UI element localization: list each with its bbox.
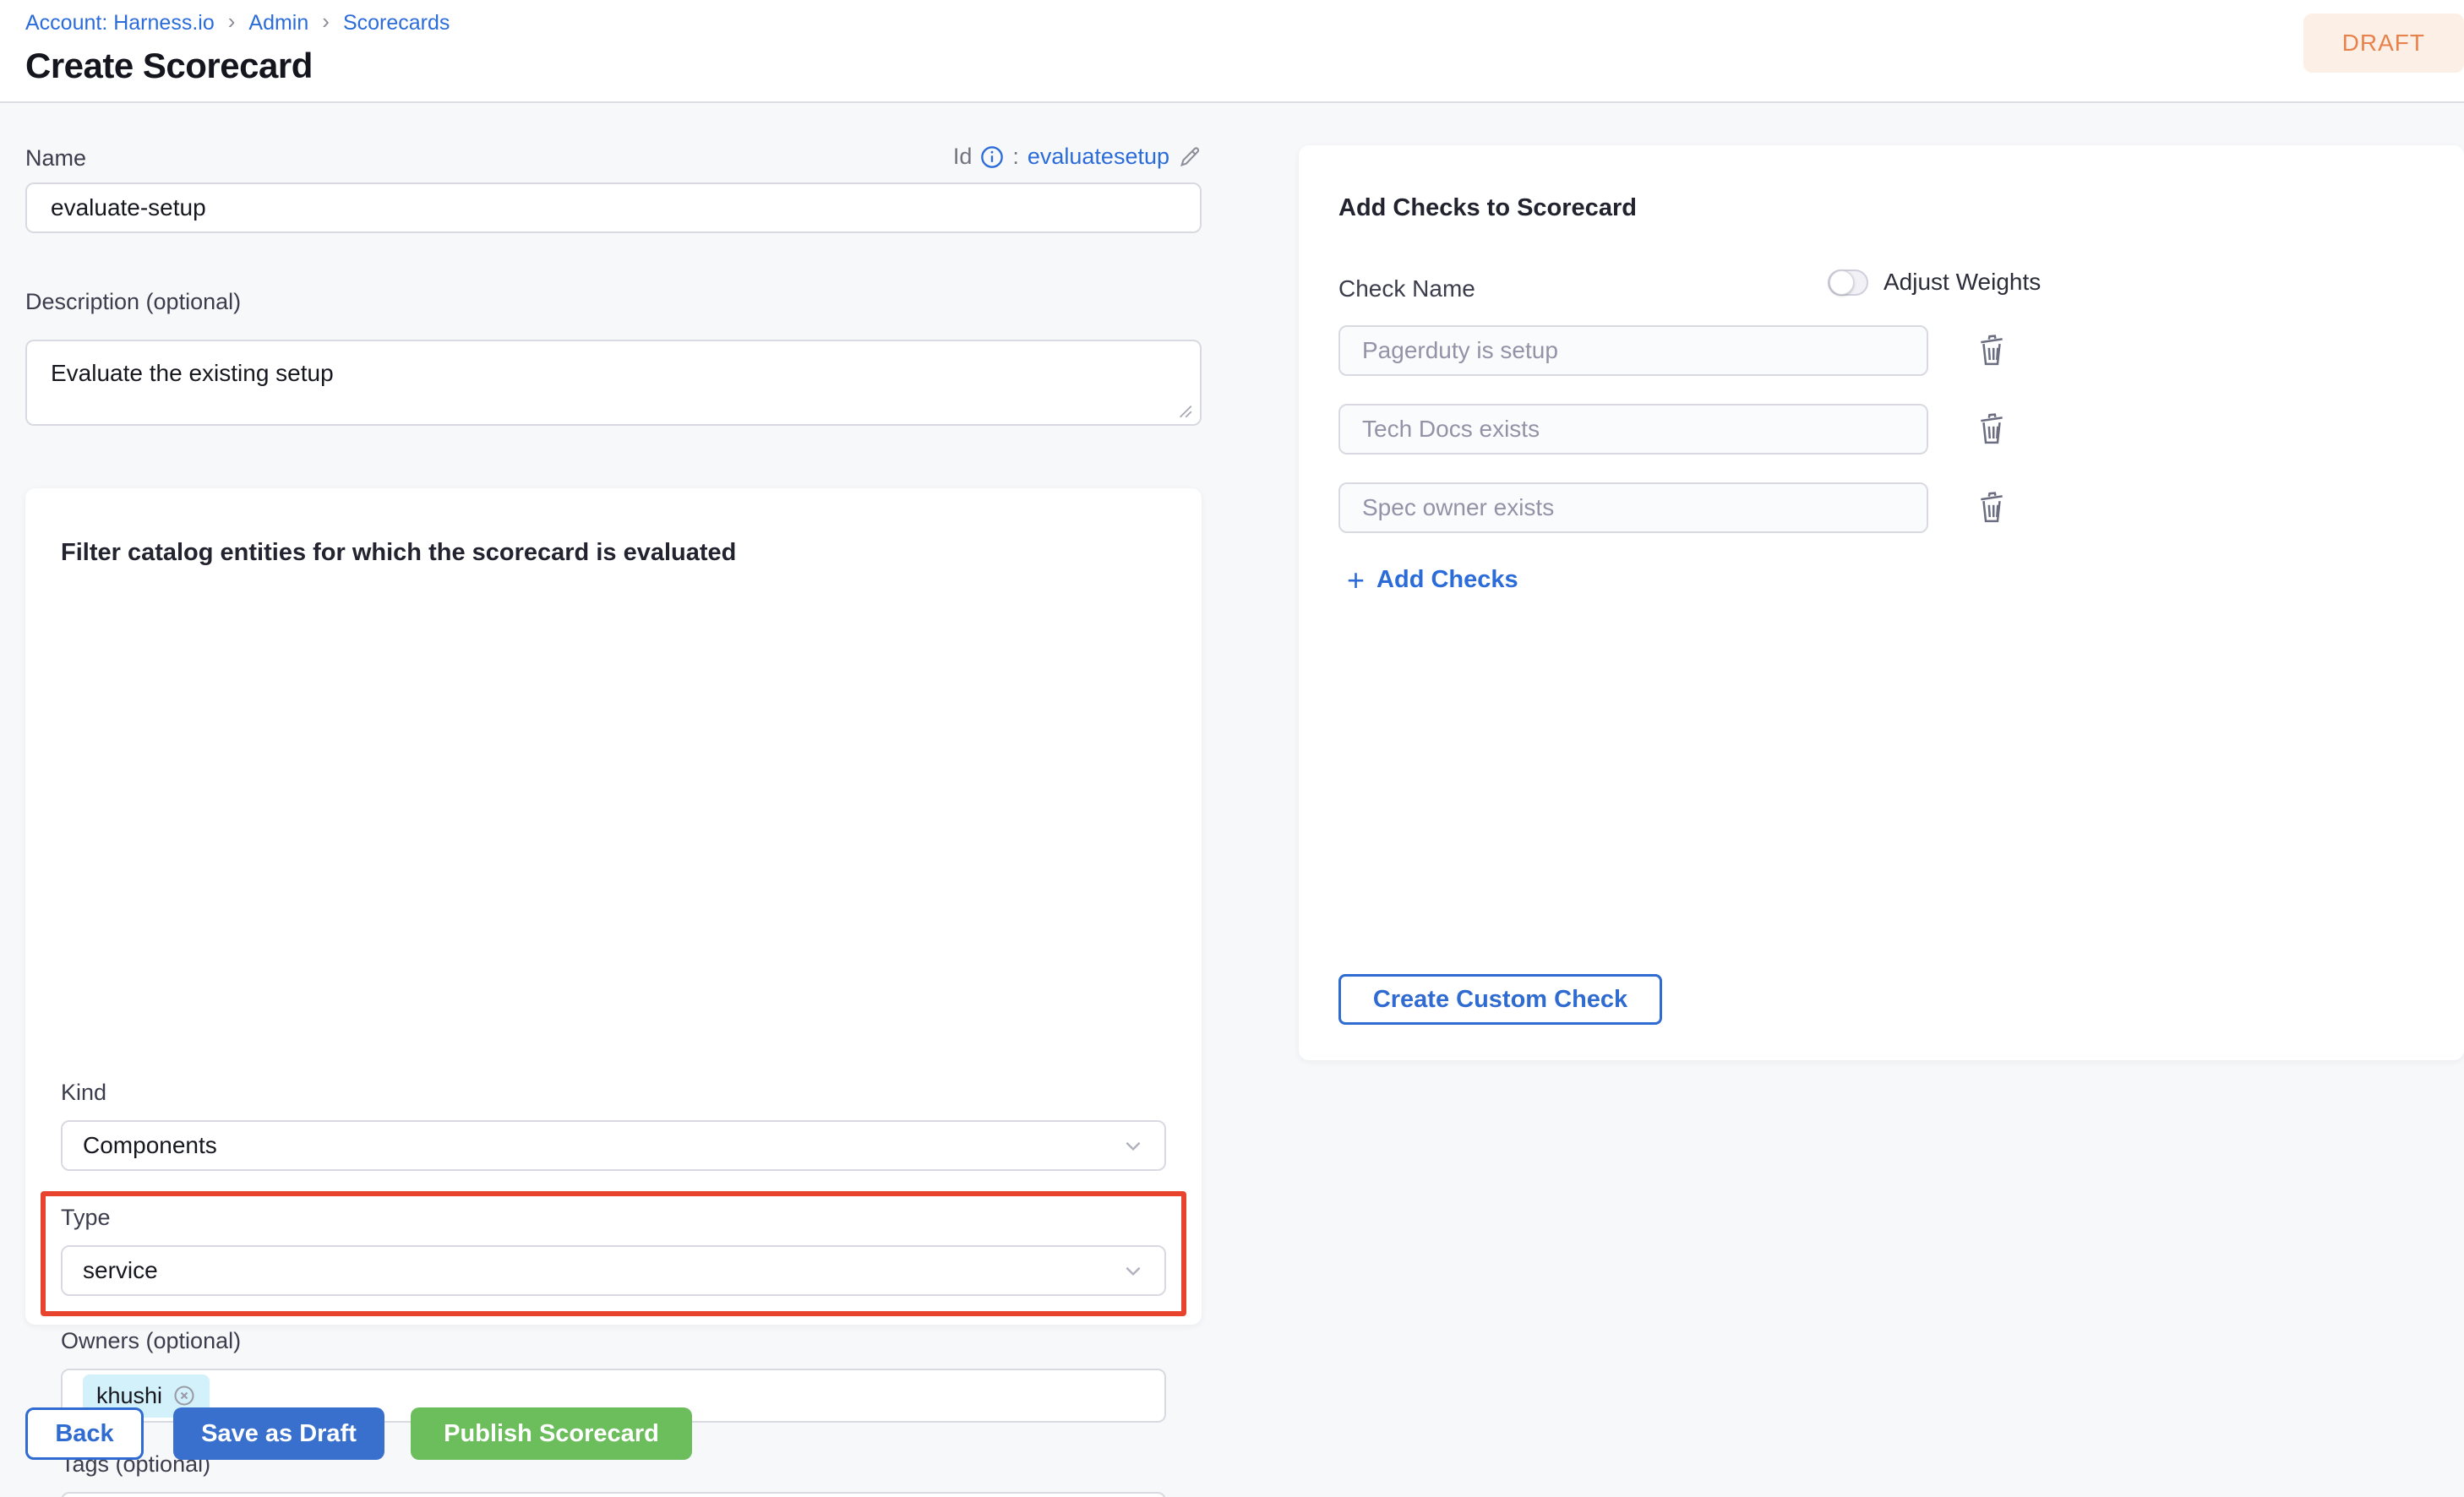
check-name-column-label: Check Name [1338, 275, 1475, 302]
create-scorecard-page: Account: Harness.io › Admin › Scorecards… [0, 0, 2464, 1497]
adjust-weights-toggle[interactable] [1828, 269, 1868, 296]
publish-scorecard-button[interactable]: Publish Scorecard [411, 1407, 692, 1460]
name-label: Name [25, 145, 86, 171]
chevron-right-icon: › [228, 8, 236, 35]
adjust-weights-label: Adjust Weights [1883, 269, 2041, 296]
info-icon[interactable] [980, 145, 1004, 169]
type-label: Type [61, 1205, 111, 1231]
id-row: Id : evaluatesetup [929, 144, 1202, 170]
description-value: Evaluate the existing setup [51, 360, 334, 386]
kind-label: Kind [61, 1080, 106, 1106]
kind-dropdown[interactable]: Components [61, 1120, 1166, 1171]
add-checks-link[interactable]: + Add Checks [1347, 566, 1518, 594]
resize-handle-icon[interactable] [1175, 400, 1193, 419]
adjust-weights-control: Adjust Weights [1828, 269, 2041, 296]
breadcrumb-account-link[interactable]: Account: Harness.io [25, 11, 215, 35]
page-header: Account: Harness.io › Admin › Scorecards… [0, 0, 2464, 103]
page-title: Create Scorecard [25, 46, 313, 86]
check-input-value: Pagerduty is setup [1362, 337, 1558, 364]
delete-check-icon[interactable] [1975, 332, 2009, 369]
delete-check-icon[interactable] [1975, 489, 2009, 526]
filter-heading: Filter catalog entities for which the sc… [61, 539, 736, 567]
description-textarea[interactable]: Evaluate the existing setup [25, 340, 1202, 426]
add-checks-panel: Add Checks to Scorecard Check Name Adjus… [1299, 145, 2464, 1060]
filter-entities-card: Filter catalog entities for which the sc… [25, 488, 1202, 1325]
edit-pencil-icon[interactable] [1178, 145, 1202, 169]
plus-icon: + [1347, 568, 1365, 593]
check-input[interactable]: Spec owner exists [1338, 482, 1928, 533]
type-dropdown[interactable]: service [61, 1245, 1166, 1296]
breadcrumb: Account: Harness.io › Admin › Scorecards [25, 10, 450, 36]
name-input-value: evaluate-setup [51, 194, 206, 221]
breadcrumb-admin-link[interactable]: Admin [248, 11, 308, 35]
add-checks-label: Add Checks [1376, 566, 1518, 594]
id-value[interactable]: evaluatesetup [1028, 144, 1169, 170]
check-input[interactable]: Tech Docs exists [1338, 404, 1928, 455]
tags-input[interactable]: spotify data [61, 1492, 1166, 1497]
owner-tag-label: khushi [96, 1383, 162, 1409]
remove-tag-icon[interactable] [172, 1384, 196, 1407]
name-input[interactable]: evaluate-setup [25, 182, 1202, 233]
breadcrumb-scorecards-link[interactable]: Scorecards [343, 11, 450, 35]
chevron-down-icon [1122, 1260, 1144, 1282]
toggle-knob [1829, 270, 1854, 295]
checks-panel-heading: Add Checks to Scorecard [1338, 194, 1637, 222]
chevron-right-icon: › [322, 8, 330, 35]
owners-label: Owners (optional) [61, 1328, 241, 1354]
id-separator: : [1012, 144, 1019, 170]
chevron-down-icon [1122, 1135, 1144, 1157]
kind-value: Components [83, 1132, 217, 1159]
status-badge: DRAFT [2303, 14, 2464, 73]
check-input-value: Spec owner exists [1362, 494, 1554, 521]
description-label: Description (optional) [25, 289, 241, 315]
delete-check-icon[interactable] [1975, 411, 2009, 448]
check-input[interactable]: Pagerduty is setup [1338, 325, 1928, 376]
id-label: Id [953, 144, 973, 170]
save-as-draft-button[interactable]: Save as Draft [173, 1407, 384, 1460]
type-value: service [83, 1257, 158, 1284]
back-button[interactable]: Back [25, 1407, 144, 1460]
check-input-value: Tech Docs exists [1362, 416, 1540, 443]
create-custom-check-button[interactable]: Create Custom Check [1338, 974, 1662, 1025]
